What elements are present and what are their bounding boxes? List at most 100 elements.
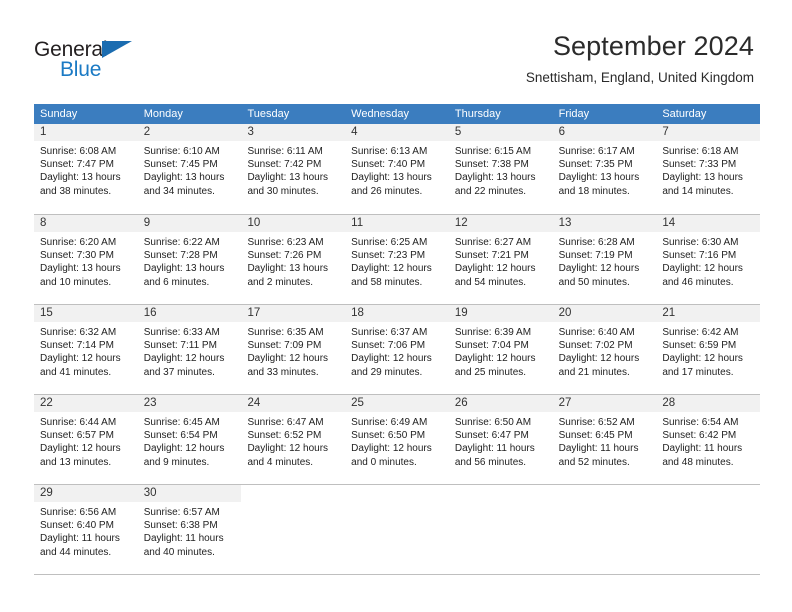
calendar-day-cell-empty bbox=[553, 485, 657, 575]
sunrise-text: Sunrise: 6:35 AM bbox=[247, 327, 324, 338]
calendar-day-cell[interactable]: 27 Sunrise: 6:52 AM Sunset: 6:45 PM Dayligh… bbox=[552, 395, 657, 485]
daylight-text-line1: Daylight: 13 hours bbox=[143, 263, 225, 275]
logo-triangle-icon bbox=[102, 41, 132, 58]
day-sun-info: Sunrise: 6:08 AM Sunset: 7:47 PM Daylight:… bbox=[34, 141, 138, 198]
sunset-text: Sunset: 6:38 PM bbox=[143, 520, 218, 532]
calendar-day-cell[interactable]: 5 Sunrise: 6:15 AM Sunset: 7:38 PM Daylight… bbox=[448, 124, 553, 214]
logo-text-blue: Blue bbox=[60, 58, 102, 81]
calendar-day-cell[interactable]: 3 Sunrise: 6:11 AM Sunset: 7:42 PM Daylight… bbox=[241, 124, 346, 214]
sunset-text: Sunset: 7:06 PM bbox=[351, 340, 426, 352]
day-number-band: 23 bbox=[137, 395, 242, 412]
calendar-day-cell[interactable]: 13 Sunrise: 6:28 AM Sunset: 7:19 PM Dayligh… bbox=[552, 215, 657, 305]
day-sun-info: Sunrise: 6:10 AM Sunset: 7:45 PM Daylight:… bbox=[138, 141, 242, 198]
page-title: September 2024 bbox=[552, 31, 754, 61]
sunset-text: Sunset: 6:57 PM bbox=[40, 430, 114, 442]
daylight-text-line1: Daylight: 11 hours bbox=[143, 533, 224, 545]
calendar-day-cell[interactable]: 6 Sunrise: 6:17 AM Sunset: 7:35 PM Daylight… bbox=[552, 124, 657, 214]
calendar-day-cell[interactable]: 2 Sunrise: 6:10 AM Sunset: 7:45 PM Daylight… bbox=[137, 124, 242, 214]
day-number: 25 bbox=[351, 397, 364, 409]
day-sun-info: Sunrise: 6:18 AM Sunset: 7:33 PM Daylight:… bbox=[656, 141, 760, 198]
calendar-day-cell[interactable]: 17 Sunrise: 6:35 AM Sunset: 7:09 PM Dayligh… bbox=[241, 305, 346, 395]
calendar-day-cell[interactable]: 25 Sunrise: 6:49 AM Sunset: 6:50 PM Dayligh… bbox=[345, 395, 449, 485]
day-number-band: 25 bbox=[345, 395, 449, 412]
sunrise-text: Sunrise: 6:18 AM bbox=[662, 146, 739, 157]
daylight-text-line2: and 21 minutes. bbox=[558, 366, 630, 378]
day-number-band: 9 bbox=[137, 215, 242, 232]
day-sun-info: Sunrise: 6:27 AM Sunset: 7:21 PM Daylight:… bbox=[449, 232, 553, 289]
daylight-text-line1: Daylight: 13 hours bbox=[247, 263, 329, 275]
day-number-band bbox=[553, 485, 657, 502]
daylight-text-line2: and 40 minutes. bbox=[143, 546, 215, 558]
day-sun-info: Sunrise: 6:28 AM Sunset: 7:19 PM Daylight:… bbox=[553, 232, 657, 289]
sunset-text: Sunset: 7:28 PM bbox=[143, 250, 218, 262]
day-number-band: 8 bbox=[34, 215, 138, 232]
calendar-day-cell[interactable]: 1 Sunrise: 6:08 AM Sunset: 7:47 PM Daylight… bbox=[34, 124, 138, 214]
sunrise-text: Sunrise: 6:10 AM bbox=[143, 146, 220, 157]
calendar-day-cell-empty bbox=[656, 485, 760, 575]
calendar-day-cell[interactable]: 23 Sunrise: 6:45 AM Sunset: 6:54 PM Dayligh… bbox=[137, 395, 242, 485]
sunset-text: Sunset: 6:45 PM bbox=[558, 430, 633, 442]
calendar-day-cell[interactable]: 11 Sunrise: 6:25 AM Sunset: 7:23 PM Dayligh… bbox=[345, 215, 449, 305]
daylight-text-line2: and 34 minutes. bbox=[143, 185, 215, 197]
day-number-band: 6 bbox=[552, 124, 657, 141]
daylight-text-line2: and 38 minutes. bbox=[40, 185, 112, 197]
daylight-text-line2: and 22 minutes. bbox=[454, 185, 527, 197]
daylight-text-line2: and 30 minutes. bbox=[247, 185, 319, 197]
sunset-text: Sunset: 7:47 PM bbox=[40, 159, 114, 171]
day-number-band: 2 bbox=[137, 124, 242, 141]
calendar-day-cell[interactable]: 22 Sunrise: 6:44 AM Sunset: 6:57 PM Dayligh… bbox=[34, 395, 138, 485]
daylight-text-line2: and 17 minutes. bbox=[662, 366, 734, 378]
general-blue-logo[interactable]: General Blue bbox=[34, 38, 164, 84]
day-number: 2 bbox=[143, 126, 151, 138]
sunset-text: Sunset: 7:19 PM bbox=[558, 250, 633, 262]
daylight-text-line2: and 25 minutes. bbox=[454, 366, 527, 378]
sunrise-text: Sunrise: 6:50 AM bbox=[454, 417, 532, 428]
day-number: 4 bbox=[351, 126, 358, 138]
sunset-text: Sunset: 6:47 PM bbox=[454, 430, 529, 442]
sunset-text: Sunset: 7:02 PM bbox=[558, 340, 633, 352]
calendar-day-cell[interactable]: 10 Sunrise: 6:23 AM Sunset: 7:26 PM Dayligh… bbox=[241, 215, 346, 305]
calendar-day-cell-empty bbox=[449, 485, 553, 575]
sunrise-text: Sunrise: 6:17 AM bbox=[558, 146, 635, 157]
day-number-band: 12 bbox=[448, 215, 553, 232]
calendar-day-cell[interactable]: 8 Sunrise: 6:20 AM Sunset: 7:30 PM Daylight… bbox=[34, 215, 138, 305]
sunset-text: Sunset: 6:54 PM bbox=[143, 430, 218, 442]
weekday-header-tuesday: Tuesday bbox=[247, 108, 290, 120]
calendar-week-row: 15 Sunrise: 6:32 AM Sunset: 7:14 PM Dayligh… bbox=[34, 304, 761, 395]
day-number: 10 bbox=[247, 217, 261, 229]
calendar-day-cell[interactable]: 7 Sunrise: 6:18 AM Sunset: 7:33 PM Daylight… bbox=[656, 124, 761, 214]
calendar-day-cell[interactable]: 15 Sunrise: 6:32 AM Sunset: 7:14 PM Dayligh… bbox=[34, 305, 138, 395]
weekday-header-wednesday: Wednesday bbox=[351, 108, 410, 120]
calendar-day-cell[interactable]: 20 Sunrise: 6:40 AM Sunset: 7:02 PM Dayligh… bbox=[552, 305, 657, 395]
sunrise-text: Sunrise: 6:57 AM bbox=[143, 507, 220, 518]
calendar-day-cell[interactable]: 4 Sunrise: 6:13 AM Sunset: 7:40 PM Daylight… bbox=[345, 124, 449, 214]
day-number-band: 28 bbox=[656, 395, 761, 412]
day-number: 29 bbox=[40, 487, 53, 499]
day-number-band: 3 bbox=[241, 124, 346, 141]
calendar-day-cell[interactable]: 28 Sunrise: 6:54 AM Sunset: 6:42 PM Dayligh… bbox=[656, 395, 761, 485]
calendar-day-cell-empty bbox=[345, 485, 449, 575]
calendar-day-cell[interactable]: 19 Sunrise: 6:39 AM Sunset: 7:04 PM Dayligh… bbox=[448, 305, 553, 395]
calendar-day-cell[interactable]: 9 Sunrise: 6:22 AM Sunset: 7:28 PM Daylight… bbox=[137, 215, 242, 305]
calendar-day-cell[interactable]: 26 Sunrise: 6:50 AM Sunset: 6:47 PM Dayligh… bbox=[448, 395, 553, 485]
sunrise-text: Sunrise: 6:33 AM bbox=[143, 327, 220, 338]
calendar-day-cell[interactable]: 21 Sunrise: 6:42 AM Sunset: 6:59 PM Dayligh… bbox=[656, 305, 761, 395]
day-number-band: 17 bbox=[241, 305, 346, 322]
daylight-text-line2: and 14 minutes. bbox=[662, 185, 734, 197]
day-number: 8 bbox=[40, 217, 47, 229]
calendar-day-cell[interactable]: 30 Sunrise: 6:57 AM Sunset: 6:38 PM Dayligh… bbox=[137, 485, 242, 575]
calendar-day-cell[interactable]: 29 Sunrise: 6:56 AM Sunset: 6:40 PM Dayligh… bbox=[34, 485, 138, 575]
calendar-day-cell[interactable]: 18 Sunrise: 6:37 AM Sunset: 7:06 PM Dayligh… bbox=[345, 305, 449, 395]
sunrise-text: Sunrise: 6:56 AM bbox=[40, 507, 117, 518]
day-number-band: 24 bbox=[241, 395, 346, 412]
day-number: 27 bbox=[558, 397, 572, 409]
calendar-day-cell[interactable]: 14 Sunrise: 6:30 AM Sunset: 7:16 PM Dayligh… bbox=[656, 215, 761, 305]
day-number-band bbox=[656, 485, 760, 502]
calendar-weeks: 1 Sunrise: 6:08 AM Sunset: 7:47 PM Daylight… bbox=[34, 124, 761, 575]
day-number: 7 bbox=[662, 126, 669, 138]
calendar-day-cell[interactable]: 16 Sunrise: 6:33 AM Sunset: 7:11 PM Dayligh… bbox=[137, 305, 242, 395]
calendar-day-cell[interactable]: 12 Sunrise: 6:27 AM Sunset: 7:21 PM Dayligh… bbox=[448, 215, 553, 305]
day-number-band: 21 bbox=[656, 305, 761, 322]
calendar-day-cell[interactable]: 24 Sunrise: 6:47 AM Sunset: 6:52 PM Dayligh… bbox=[241, 395, 346, 485]
day-sun-info: Sunrise: 6:32 AM Sunset: 7:14 PM Daylight:… bbox=[34, 322, 138, 379]
